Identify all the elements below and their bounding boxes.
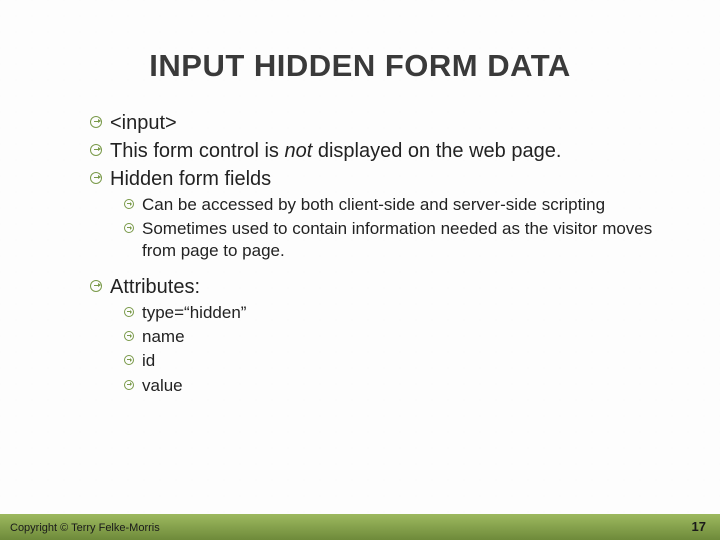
bullet-not-displayed: This form control is not displayed on th… [90, 138, 680, 164]
bullet-text: <input> [110, 112, 177, 134]
bullet-hidden-fields: Hidden form fields [90, 166, 680, 192]
bullet-text-post: displayed on the web page. [312, 140, 561, 162]
sub-bullet-text: value [142, 376, 183, 395]
bullet-text: Attributes: [110, 276, 200, 298]
sub-bullet-page-to-page: Sometimes used to contain information ne… [124, 218, 680, 262]
sub-bullet-text: type=“hidden” [142, 303, 246, 322]
sub-bullet-text: Sometimes used to contain information ne… [142, 219, 652, 260]
sub-bullet-name: name [124, 326, 680, 348]
sub-bullet-id: id [124, 350, 680, 372]
sub-bullet-scripting: Can be accessed by both client-side and … [124, 194, 680, 216]
sub-bullet-text: id [142, 351, 155, 370]
sublist-hidden-fields: Can be accessed by both client-side and … [124, 194, 680, 262]
sub-bullet-text: name [142, 327, 185, 346]
slide: INPUT HIDDEN FORM DATA <input> This form… [0, 0, 720, 540]
bullet-input-tag: <input> [90, 110, 680, 136]
copyright-text: Copyright © Terry Felke-Morris [10, 522, 160, 534]
bullet-text: Hidden form fields [110, 168, 271, 190]
sub-bullet-type: type=“hidden” [124, 302, 680, 324]
sublist-attributes: type=“hidden” name id value [124, 302, 680, 396]
slide-title: INPUT HIDDEN FORM DATA [0, 48, 720, 84]
sub-bullet-text: Can be accessed by both client-side and … [142, 195, 605, 214]
page-number: 17 [692, 519, 706, 534]
bullet-text-em: not [284, 140, 312, 162]
slide-body: <input> This form control is not display… [90, 110, 680, 399]
bullet-attributes: Attributes: [90, 274, 680, 300]
sub-bullet-value: value [124, 375, 680, 397]
bullet-text-pre: This form control is [110, 140, 284, 162]
